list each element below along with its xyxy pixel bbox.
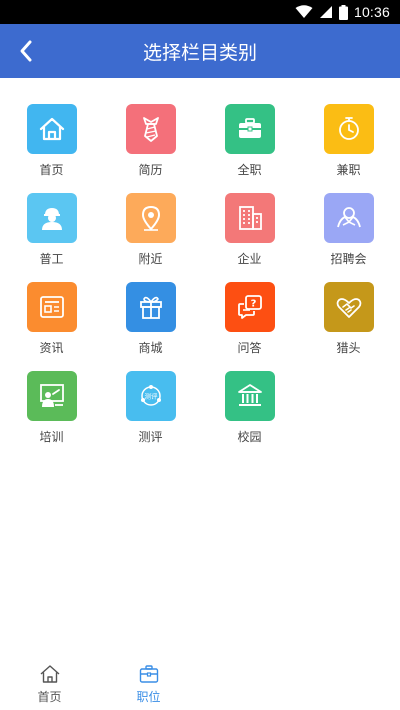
category-label: 招聘会: [330, 252, 367, 266]
clock-icon: [338, 117, 359, 140]
tab-home[interactable]: 首页: [0, 658, 99, 710]
svg-text:?: ?: [250, 299, 256, 310]
wifi-icon: [295, 5, 313, 18]
category-tile: [125, 104, 176, 154]
battery-icon: [338, 4, 348, 20]
category-tile: ?: [224, 282, 275, 332]
category-assessment[interactable]: 测评 测评: [101, 366, 200, 455]
category-label: 普工: [39, 252, 64, 266]
category-nearby[interactable]: 附近: [101, 188, 200, 277]
category-parttime[interactable]: 兼职: [299, 99, 398, 188]
category-tile: 测评: [125, 371, 176, 421]
tie-icon: [142, 117, 159, 142]
category-label: 商城: [138, 341, 163, 355]
category-fulltime[interactable]: 全职: [200, 99, 299, 188]
category-jobfair[interactable]: 招聘会: [299, 188, 398, 277]
briefcase-icon: [238, 118, 261, 138]
location-pin-icon: [141, 205, 160, 231]
category-tile: [224, 104, 275, 154]
category-label: 全职: [237, 163, 262, 177]
category-label: 校园: [237, 430, 262, 444]
category-tile: [26, 371, 77, 421]
category-label: 测评: [138, 430, 163, 444]
assessment-icon: 测评: [140, 385, 161, 406]
status-bar: 10:36: [0, 0, 400, 24]
category-label: 问答: [237, 341, 262, 355]
status-time: 10:36: [353, 4, 390, 20]
tab-label: 首页: [37, 690, 62, 704]
category-home[interactable]: 首页: [2, 99, 101, 188]
home-outline-icon: [40, 665, 59, 683]
category-label: 资讯: [39, 341, 64, 355]
teacher-board-icon: [39, 384, 64, 407]
category-worker[interactable]: 普工: [2, 188, 101, 277]
category-tile: [26, 282, 77, 332]
category-label: 简历: [138, 163, 163, 177]
category-tile: [224, 193, 275, 243]
news-icon: [39, 296, 64, 318]
briefcase-outline-icon: [139, 665, 158, 683]
category-label: 兼职: [336, 163, 361, 177]
heart-handshake-icon: [336, 298, 361, 318]
bottom-tab-bar: 首页 职位: [0, 658, 400, 710]
category-tile: [125, 282, 176, 332]
category-campus[interactable]: 校园: [200, 366, 299, 455]
category-tile: [224, 371, 275, 421]
handshake-people-icon: [336, 207, 361, 228]
svg-text:测评: 测评: [144, 393, 158, 401]
app-header: 选择栏目类别: [0, 24, 400, 78]
gift-icon: [139, 296, 162, 319]
category-grid: 首页 简历 全职 兼职 普工 附近 企业 招聘会 资讯 商城 ? 问答 猎头 培…: [2, 99, 398, 455]
chevron-left-icon: [20, 40, 32, 62]
campus-building-icon: [237, 384, 262, 406]
page-title: 选择栏目类别: [142, 41, 257, 64]
category-tile: [323, 282, 374, 332]
category-resume[interactable]: 简历: [101, 99, 200, 188]
question-chat-icon: ?: [237, 295, 262, 319]
tab-jobs[interactable]: 职位: [99, 658, 198, 710]
category-mall[interactable]: 商城: [101, 277, 200, 366]
tab-label: 职位: [136, 690, 161, 704]
category-label: 培训: [39, 430, 64, 444]
worker-icon: [41, 208, 62, 230]
category-label: 企业: [237, 252, 262, 266]
category-company[interactable]: 企业: [200, 188, 299, 277]
category-tile: [323, 193, 374, 243]
home-icon: [39, 117, 64, 141]
category-tile: [26, 104, 77, 154]
category-label: 附近: [138, 252, 163, 266]
category-label: 猎头: [336, 341, 361, 355]
category-qa[interactable]: ? 问答: [200, 277, 299, 366]
signal-icon: [319, 6, 332, 18]
category-tile: [26, 193, 77, 243]
category-tile: [323, 104, 374, 154]
category-tile: [125, 193, 176, 243]
category-news[interactable]: 资讯: [2, 277, 101, 366]
category-label: 首页: [39, 163, 64, 177]
category-headhunter[interactable]: 猎头: [299, 277, 398, 366]
back-button[interactable]: [6, 24, 46, 78]
category-training[interactable]: 培训: [2, 366, 101, 455]
building-icon: [238, 206, 262, 230]
